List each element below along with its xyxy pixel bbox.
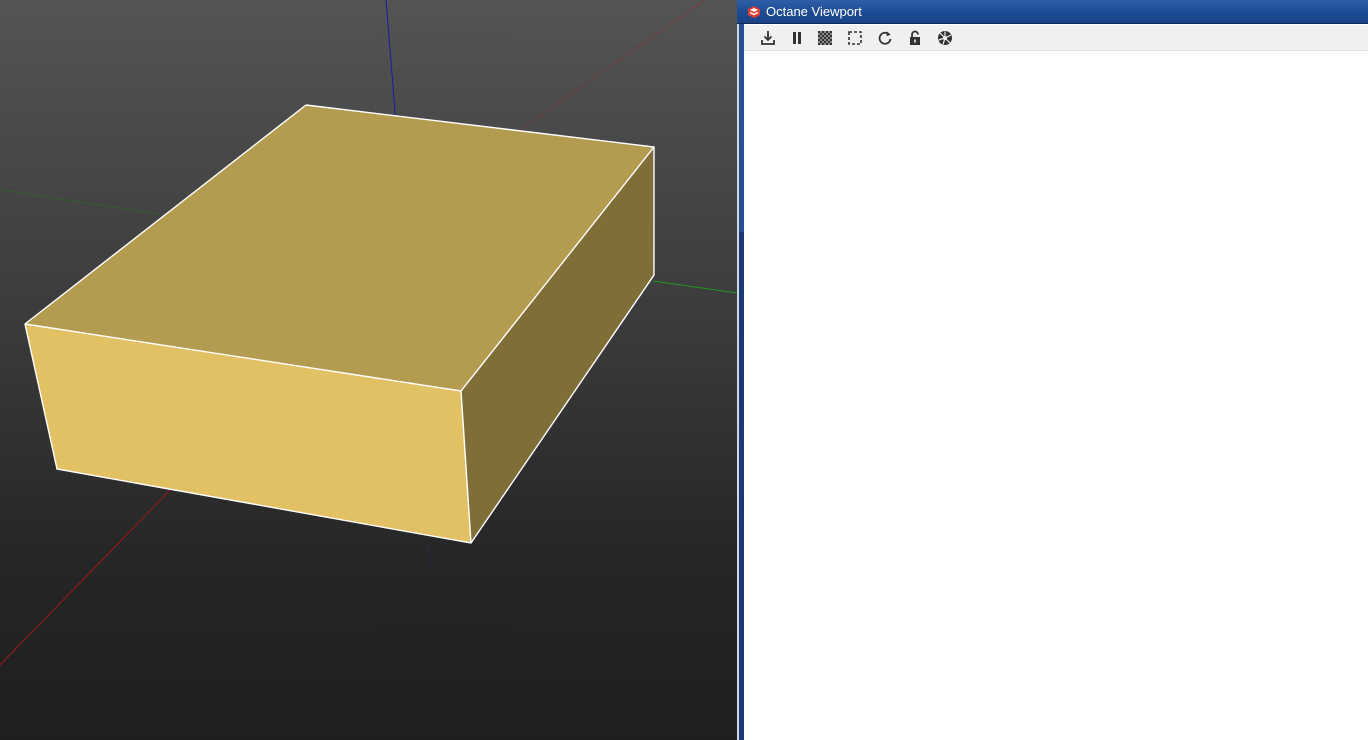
green-axis-dotted — [0, 189, 161, 215]
green-axis-line — [652, 280, 737, 294]
download-icon — [761, 31, 775, 45]
window-titlebar[interactable]: Octane Viewport — [737, 0, 1368, 24]
unlock-icon — [910, 30, 920, 45]
window-title: Octane Viewport — [766, 4, 862, 19]
lock-viewport-button[interactable] — [906, 29, 924, 47]
modeling-viewport[interactable] — [0, 0, 737, 740]
checker-icon — [818, 31, 832, 45]
render-output-area[interactable] — [744, 51, 1368, 740]
window-left-frame — [737, 0, 744, 740]
scene-canvas[interactable] — [0, 0, 737, 740]
red-axis-dotted — [519, 0, 706, 131]
pause-render-button[interactable] — [788, 29, 806, 47]
octane-viewport-window: Octane Viewport — [737, 0, 1368, 740]
camera-settings-button[interactable] — [936, 29, 954, 47]
pause-icon — [793, 32, 801, 44]
region-render-button[interactable] — [846, 29, 864, 47]
alpha-channel-button[interactable] — [816, 29, 834, 47]
restart-render-button[interactable] — [876, 29, 894, 47]
sketchup-logo-icon — [746, 4, 762, 20]
blue-axis-line — [385, 0, 397, 124]
blue-axis-dotted — [427, 542, 432, 566]
aperture-icon — [938, 31, 952, 45]
render-toolbar — [744, 25, 1368, 51]
refresh-icon — [878, 31, 892, 45]
save-render-button[interactable] — [759, 29, 777, 47]
red-axis-line — [0, 487, 173, 666]
region-select-icon — [848, 31, 862, 45]
app-root: Octane Viewport — [0, 0, 1368, 740]
